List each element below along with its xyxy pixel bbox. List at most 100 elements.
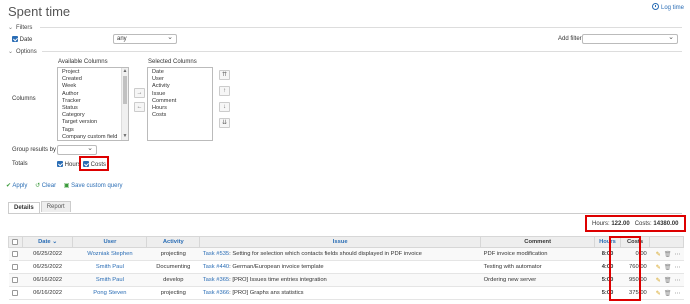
move-up-button[interactable]: ↑: [219, 86, 230, 96]
row-checkbox-cell[interactable]: [8, 247, 23, 261]
issue-link[interactable]: Task #366: [203, 290, 229, 296]
scroll-up-icon[interactable]: ▲: [122, 68, 128, 75]
move-bottom-button[interactable]: ⇊: [219, 118, 230, 128]
available-column-option[interactable]: Target version: [62, 119, 124, 126]
date-filter[interactable]: Date: [12, 36, 32, 43]
order-buttons: ⇈ ↑ ↓ ⇊: [219, 70, 230, 134]
cell-activity: projecting: [146, 286, 200, 300]
available-column-option[interactable]: Tracker: [62, 98, 124, 105]
cell-actions: ✎ 🗑 ⋯: [649, 273, 684, 287]
table-row[interactable]: 06/16/2022 Smith Paul develop Task #365: [P…: [8, 273, 684, 287]
available-column-option[interactable]: Author: [62, 91, 124, 98]
col-issue[interactable]: Issue: [199, 236, 482, 248]
available-columns-scrollbar[interactable]: ▲ ▼: [121, 68, 128, 140]
filters-legend-label: Filters: [16, 25, 33, 31]
cell-user[interactable]: Wozniak Stephen: [72, 247, 147, 261]
tab-report[interactable]: Report: [40, 201, 71, 212]
cell-activity: Documenting: [146, 260, 200, 274]
more-icon[interactable]: ⋯: [674, 264, 680, 271]
totals-hours-checkbox[interactable]: [57, 161, 63, 167]
date-filter-checkbox[interactable]: [12, 36, 18, 42]
move-top-button[interactable]: ⇈: [219, 70, 230, 80]
totals-summary: Hours: 122.00 Costs: 14380.00: [592, 221, 678, 227]
issue-link[interactable]: Task #535: [203, 251, 229, 257]
edit-icon[interactable]: ✎: [656, 290, 661, 297]
selected-columns-list[interactable]: Date User Activity Issue Comment Hours Costs: [147, 67, 213, 141]
user-link[interactable]: Pong Steven: [93, 290, 126, 296]
selected-column-option[interactable]: User: [152, 76, 208, 83]
save-query-link[interactable]: ▣ Save custom query: [64, 183, 123, 189]
filters-legend[interactable]: ⌄ Filters: [8, 24, 32, 31]
selected-column-option[interactable]: Hours: [152, 105, 208, 112]
cell-user[interactable]: Pong Steven: [72, 286, 147, 300]
options-legend[interactable]: ⌄ Options: [8, 48, 37, 55]
date-operator-select[interactable]: any: [113, 33, 177, 44]
row-checkbox-cell[interactable]: [8, 273, 23, 287]
select-all-checkbox-cell[interactable]: [8, 236, 23, 248]
highlight-costs-column: [609, 236, 641, 301]
delete-icon[interactable]: 🗑: [664, 290, 672, 297]
available-column-option[interactable]: Company custom field: [62, 134, 124, 140]
selected-column-option[interactable]: Date: [152, 69, 208, 76]
row-checkbox[interactable]: [12, 263, 19, 270]
row-checkbox[interactable]: [12, 250, 19, 257]
more-icon[interactable]: ⋯: [674, 277, 680, 284]
available-column-option[interactable]: Category: [62, 112, 124, 119]
table-row[interactable]: 06/25/2022 Wozniak Stephen projecting Task …: [8, 247, 684, 261]
available-columns-list[interactable]: ▲ ▼ Project Created Week Author Tracker Statu…: [57, 67, 129, 141]
user-link[interactable]: Wozniak Stephen: [87, 251, 132, 257]
more-icon[interactable]: ⋯: [674, 290, 680, 297]
issue-link[interactable]: Task #365: [203, 277, 229, 283]
user-link[interactable]: Smith Paul: [96, 264, 124, 270]
delete-icon[interactable]: 🗑: [664, 277, 672, 284]
clear-link[interactable]: ↺ Clear: [35, 183, 56, 189]
totals-hours[interactable]: Hours: [57, 161, 81, 168]
log-time-link[interactable]: Log time: [651, 3, 684, 11]
cell-actions: ✎ 🗑 ⋯: [649, 260, 684, 274]
cell-activity: develop: [146, 273, 200, 287]
delete-icon[interactable]: 🗑: [664, 251, 672, 258]
move-right-button[interactable]: →: [134, 88, 145, 98]
row-checkbox-cell[interactable]: [8, 286, 23, 300]
col-user[interactable]: User: [72, 236, 148, 248]
cell-user[interactable]: Smith Paul: [72, 260, 147, 274]
move-left-button[interactable]: ←: [134, 102, 145, 112]
select-all-checkbox[interactable]: [12, 238, 19, 245]
issue-link[interactable]: Task #440: [203, 264, 229, 270]
col-activity[interactable]: Activity: [146, 236, 201, 248]
selected-column-option[interactable]: Activity: [152, 83, 208, 90]
available-column-option[interactable]: Created: [62, 76, 124, 83]
col-comment: Comment: [480, 236, 596, 248]
col-date[interactable]: Date ⌄: [21, 236, 74, 248]
apply-link[interactable]: ✔ Apply: [6, 183, 27, 189]
scroll-thumb[interactable]: [123, 76, 127, 104]
edit-icon[interactable]: ✎: [656, 277, 661, 284]
available-column-option[interactable]: Tags: [62, 127, 124, 134]
move-down-button[interactable]: ↓: [219, 102, 230, 112]
available-column-option[interactable]: Status: [62, 105, 124, 112]
row-checkbox[interactable]: [12, 289, 19, 296]
selected-column-option[interactable]: Costs: [152, 112, 208, 119]
table-row[interactable]: 06/25/2022 Smith Paul Documenting Task #440…: [8, 260, 684, 274]
cell-comment: Ordering new server: [480, 273, 595, 287]
add-filter-select[interactable]: [582, 33, 678, 44]
edit-icon[interactable]: ✎: [656, 251, 661, 258]
available-column-option[interactable]: Project: [62, 69, 124, 76]
cell-user[interactable]: Smith Paul: [72, 273, 147, 287]
tab-details[interactable]: Details: [8, 202, 40, 213]
row-checkbox-cell[interactable]: [8, 260, 23, 274]
col-actions: [649, 236, 684, 248]
delete-icon[interactable]: 🗑: [664, 264, 672, 271]
scroll-down-icon[interactable]: ▼: [122, 133, 128, 140]
user-link[interactable]: Smith Paul: [96, 277, 124, 283]
selected-column-option[interactable]: Issue: [152, 91, 208, 98]
edit-icon[interactable]: ✎: [656, 264, 661, 271]
selected-column-option[interactable]: Comment: [152, 98, 208, 105]
table-row[interactable]: 06/16/2022 Pong Steven projecting Task #366…: [8, 286, 684, 300]
issue-subject: : Setting for selection which contacts f…: [229, 251, 422, 257]
more-icon[interactable]: ⋯: [674, 251, 680, 258]
check-icon: ✔: [6, 183, 12, 189]
group-by-select[interactable]: [57, 144, 97, 155]
row-checkbox[interactable]: [12, 276, 19, 283]
available-column-option[interactable]: Week: [62, 83, 124, 90]
